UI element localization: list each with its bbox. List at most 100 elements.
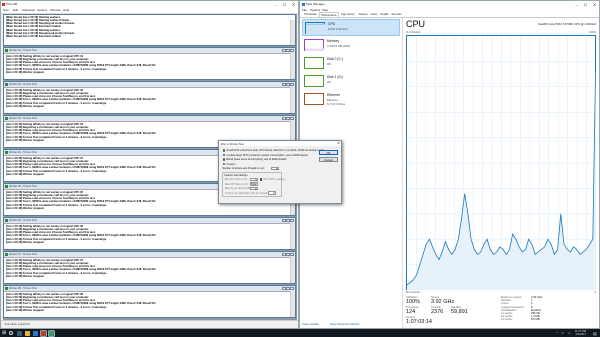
search-icon[interactable]: [9, 330, 13, 335]
option-label: Custom: [226, 162, 236, 166]
worker-title-bar: Worker #2 - Torture Test: [4, 82, 295, 88]
menu-options[interactable]: Options: [37, 9, 47, 12]
cpu-thumbnail-graph: [305, 22, 325, 34]
open-resource-monitor-link[interactable]: Open Resource Monitor: [330, 322, 360, 326]
graph-min-label: 0: [594, 291, 597, 294]
close-button[interactable]: ✕: [590, 1, 599, 8]
resource-name: Memory: [327, 39, 340, 43]
tab-services[interactable]: Services: [390, 12, 403, 17]
fewer-details-link[interactable]: Fewer details: [302, 322, 319, 326]
task-view-icon[interactable]: [17, 330, 22, 336]
log-line: [Jan 1 23:18] Worker stopped.: [6, 104, 45, 108]
log-line: [Jan 1 23:18] Worker stopped.: [6, 206, 45, 210]
worker-log: [Jan 1 23:18] Setting affinity to run wo…: [4, 88, 295, 109]
resource-value: 3.2/15.9 GB (20%): [327, 44, 351, 48]
min-fft-label: Min FFT size (in K):: [225, 178, 248, 181]
log-line: [Jan 1 23:18] Worker stopped.: [6, 274, 45, 278]
option-blend[interactable]: Blend (tests some of everything, lots of…: [223, 158, 287, 161]
min-fft-input[interactable]: 4: [250, 177, 258, 182]
close-button[interactable]: [290, 82, 294, 86]
file-explorer-icon[interactable]: [25, 330, 30, 336]
scrollbar[interactable]: [290, 20, 295, 45]
close-button[interactable]: [290, 116, 294, 120]
max-fft-label: Max FFT size (in K):: [225, 182, 249, 186]
resource-ethernet[interactable]: Ethernet Ethernet S: 0 R: 0 Kbps: [302, 91, 400, 108]
tab-app-history[interactable]: App history: [339, 12, 357, 17]
worker-status-icon: [5, 151, 8, 154]
scrollbar[interactable]: [290, 291, 295, 317]
close-button[interactable]: [290, 48, 294, 52]
option-small-ffts[interactable]: Small FFTs (maximum heat, FPU stress, da…: [223, 149, 325, 152]
spec-label: L3 cache:: [501, 318, 513, 322]
resource-disk-1[interactable]: Disk 1 (D:) 0%: [302, 73, 400, 90]
max-fft-input[interactable]: 8192: [250, 182, 258, 186]
minimize-button[interactable]: –: [572, 1, 581, 8]
worker-log: [Jan 1 23:18] Setting affinity to run wo…: [4, 54, 295, 75]
tab-processes[interactable]: Processes: [302, 12, 319, 17]
threads-input[interactable]: 8: [271, 166, 279, 171]
network-icon[interactable]: ▭: [561, 331, 564, 335]
menu-edit[interactable]: Edit: [13, 9, 18, 12]
task-manager-taskbar-icon[interactable]: [48, 329, 55, 337]
worker-title-bar: Worker #7 - Torture Test: [4, 252, 295, 258]
graph-footer: 60 seconds 0: [406, 291, 596, 294]
maximize-button[interactable]: ☐: [280, 1, 289, 8]
tray-chevron-icon[interactable]: ^: [557, 331, 558, 335]
menu-test[interactable]: Test: [3, 9, 9, 12]
stat-value: 100%: [406, 299, 421, 305]
resource-name: CPU: [328, 22, 336, 26]
close-button[interactable]: [290, 218, 294, 222]
time-input[interactable]: 3: [268, 191, 276, 195]
clock[interactable]: 11:17 PM 1/1/2017: [575, 330, 586, 336]
option-large-ffts[interactable]: In-place large FFTs (maximum power consu…: [223, 154, 308, 157]
tab-startup[interactable]: Startup: [357, 12, 369, 17]
windows-start-icon[interactable]: ⊞: [2, 330, 7, 336]
worker-window: Worker #6 - Torture Test [Jan 1 23:18] Se…: [3, 217, 296, 250]
menu-advanced[interactable]: Advanced: [22, 9, 35, 12]
spec-l3-cache: L3 cache: 8.0 MB: [501, 318, 540, 322]
close-button[interactable]: ✕: [289, 1, 298, 8]
menu-help[interactable]: Help: [63, 9, 69, 12]
stat-value: 3.92 GHz: [431, 299, 455, 305]
tab-details[interactable]: Details: [379, 12, 390, 17]
threads-label: Number of torture test threads to run:: [222, 167, 265, 170]
menu-window[interactable]: Window: [50, 9, 61, 12]
run-inplace-option[interactable]: Run FFTs in-place: [260, 178, 284, 181]
resource-name: Disk 0 (C:): [327, 57, 344, 61]
option-label: Blend (tests some of everything, lots of…: [226, 158, 287, 161]
edge-browser-icon[interactable]: [33, 330, 38, 336]
ok-button[interactable]: OK: [319, 150, 338, 155]
worker-title: Worker #4 - Torture Test: [9, 151, 37, 154]
resource-cpu[interactable]: CPU 100% 3.92 GHz: [302, 19, 400, 36]
tab-performance[interactable]: Performance: [319, 12, 339, 17]
option-custom[interactable]: Custom: [223, 163, 235, 166]
scrollbar[interactable]: [290, 53, 295, 79]
close-button[interactable]: [290, 286, 294, 290]
maximize-button[interactable]: ☐: [581, 1, 590, 8]
resource-disk-0[interactable]: Disk 0 (C:) 0%: [302, 55, 400, 72]
dialog-close-button[interactable]: ✕: [337, 141, 340, 145]
volume-icon[interactable]: ◁: [568, 331, 570, 335]
worker-status-icon: [5, 287, 8, 290]
resource-memory[interactable]: Memory 3.2/15.9 GB (20%): [302, 37, 400, 54]
resource-value: 100% 3.92 GHz: [328, 27, 348, 31]
log-line: [Jan 1 23:18] Worker stopped.: [6, 240, 45, 244]
tab-users[interactable]: Users: [369, 12, 379, 17]
worker-status-icon: [5, 49, 8, 52]
scrollbar[interactable]: [290, 87, 295, 113]
minimize-button[interactable]: –: [271, 1, 280, 8]
memory-label: Memory to use (in MB):: [225, 187, 252, 190]
scrollbar[interactable]: [290, 223, 295, 249]
option-label: Small FFTs (maximum heat, FPU stress, da…: [226, 149, 325, 152]
worker-log: [Jan 1 23:18] Setting affinity to run wo…: [4, 292, 295, 313]
worker-title-bar: Worker #8 - Torture Test: [4, 286, 295, 292]
cancel-button[interactable]: Cancel: [319, 157, 338, 162]
prime95-taskbar-icon[interactable]: [40, 329, 47, 337]
action-center-icon[interactable]: ▤: [593, 331, 598, 336]
close-button[interactable]: [290, 252, 294, 256]
main-thread-log: [Main thread Jan 1 23:18] Starting worke…: [4, 15, 295, 39]
memory-input[interactable]: 0: [250, 186, 258, 191]
scrollbar[interactable]: [290, 257, 295, 283]
worker-log: [Jan 1 23:18] Setting affinity to run wo…: [4, 258, 295, 279]
stat-value: 2376: [431, 309, 444, 315]
